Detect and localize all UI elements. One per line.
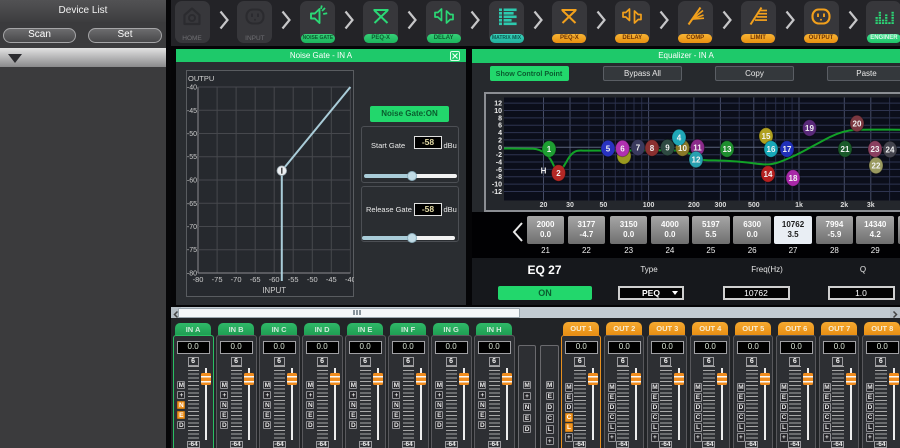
svg-text:-75: -75 — [212, 275, 223, 284]
svg-text:5: 5 — [606, 145, 611, 154]
svg-text:12: 12 — [692, 156, 701, 165]
svg-text:H: H — [541, 167, 547, 176]
svg-text:-12: -12 — [492, 189, 502, 196]
svg-text:3k: 3k — [867, 202, 875, 209]
svg-text:8: 8 — [650, 144, 655, 153]
svg-text:1k: 1k — [795, 202, 803, 209]
svg-text:23: 23 — [871, 145, 880, 154]
svg-text:13: 13 — [723, 145, 732, 154]
svg-text:19: 19 — [805, 124, 814, 133]
svg-text:-6: -6 — [496, 167, 502, 174]
svg-text:20: 20 — [853, 120, 862, 129]
svg-text:6: 6 — [498, 123, 502, 130]
svg-text:6: 6 — [620, 145, 625, 154]
svg-text:10: 10 — [494, 108, 502, 115]
svg-text:300: 300 — [715, 202, 727, 209]
svg-text:-55: -55 — [288, 275, 299, 284]
svg-text:7: 7 — [636, 144, 641, 153]
svg-text:15: 15 — [762, 132, 771, 141]
svg-text:24: 24 — [886, 146, 895, 155]
svg-text:-4: -4 — [496, 160, 502, 167]
svg-text:-45: -45 — [187, 108, 197, 115]
svg-text:-50: -50 — [307, 275, 318, 284]
svg-text:0: 0 — [498, 145, 502, 152]
svg-text:50: 50 — [600, 202, 608, 209]
svg-text:9: 9 — [665, 144, 670, 153]
svg-text:2: 2 — [556, 169, 561, 178]
svg-text:4: 4 — [498, 130, 502, 137]
svg-text:10: 10 — [678, 144, 687, 153]
svg-text:2: 2 — [498, 137, 502, 144]
svg-text:20: 20 — [540, 202, 548, 209]
svg-text:21: 21 — [841, 145, 850, 154]
svg-text:-65: -65 — [250, 275, 261, 284]
svg-text:-70: -70 — [187, 224, 197, 231]
svg-text:-10: -10 — [492, 182, 502, 189]
svg-text:18: 18 — [789, 174, 798, 183]
svg-text:-8: -8 — [496, 174, 502, 181]
svg-text:-2: -2 — [496, 152, 502, 159]
svg-text:100: 100 — [643, 202, 655, 209]
svg-text:-75: -75 — [187, 247, 197, 254]
svg-text:INPUT: INPUT — [262, 286, 286, 295]
svg-text:1: 1 — [547, 145, 552, 154]
svg-text:30: 30 — [566, 202, 574, 209]
svg-text:14: 14 — [764, 170, 773, 179]
svg-text:-50: -50 — [187, 131, 197, 138]
svg-text:-80: -80 — [193, 275, 204, 284]
svg-text:17: 17 — [783, 145, 792, 154]
svg-text:-40: -40 — [187, 85, 197, 92]
svg-text:-55: -55 — [187, 154, 197, 161]
svg-text:-60: -60 — [187, 178, 197, 185]
svg-text:200: 200 — [688, 202, 700, 209]
svg-text:16: 16 — [767, 145, 776, 154]
svg-text:22: 22 — [872, 162, 881, 171]
svg-text:-65: -65 — [187, 201, 197, 208]
svg-text:8: 8 — [498, 115, 502, 122]
svg-text:4: 4 — [677, 134, 682, 143]
svg-text:-45: -45 — [326, 275, 337, 284]
svg-text:-60: -60 — [269, 275, 280, 284]
svg-text:12: 12 — [494, 101, 502, 108]
svg-text:-70: -70 — [231, 275, 242, 284]
svg-text:-40: -40 — [345, 275, 354, 284]
svg-text:2k: 2k — [840, 202, 848, 209]
svg-text:11: 11 — [693, 144, 702, 153]
svg-text:500: 500 — [748, 202, 760, 209]
